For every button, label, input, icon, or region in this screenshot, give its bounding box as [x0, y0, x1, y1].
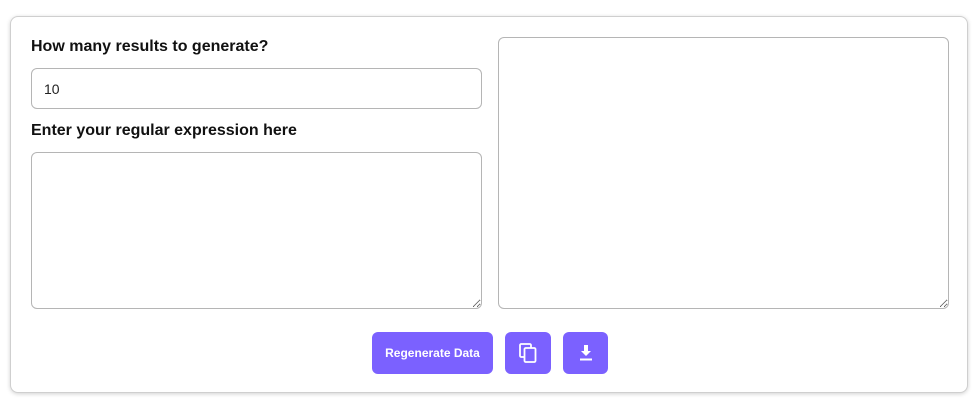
results-count-input[interactable]: [31, 68, 482, 109]
download-button[interactable]: [563, 332, 608, 374]
results-count-label: How many results to generate?: [31, 38, 269, 55]
regenerate-data-button[interactable]: Regenerate Data: [372, 332, 493, 374]
download-icon: [579, 345, 592, 361]
output-textarea[interactable]: [498, 37, 949, 309]
generator-card: How many results to generate? Enter your…: [10, 16, 968, 393]
copy-button[interactable]: [505, 332, 551, 374]
copy-icon: [519, 343, 537, 363]
regex-textarea[interactable]: [31, 152, 482, 309]
regex-label: Enter your regular expression here: [31, 122, 297, 139]
